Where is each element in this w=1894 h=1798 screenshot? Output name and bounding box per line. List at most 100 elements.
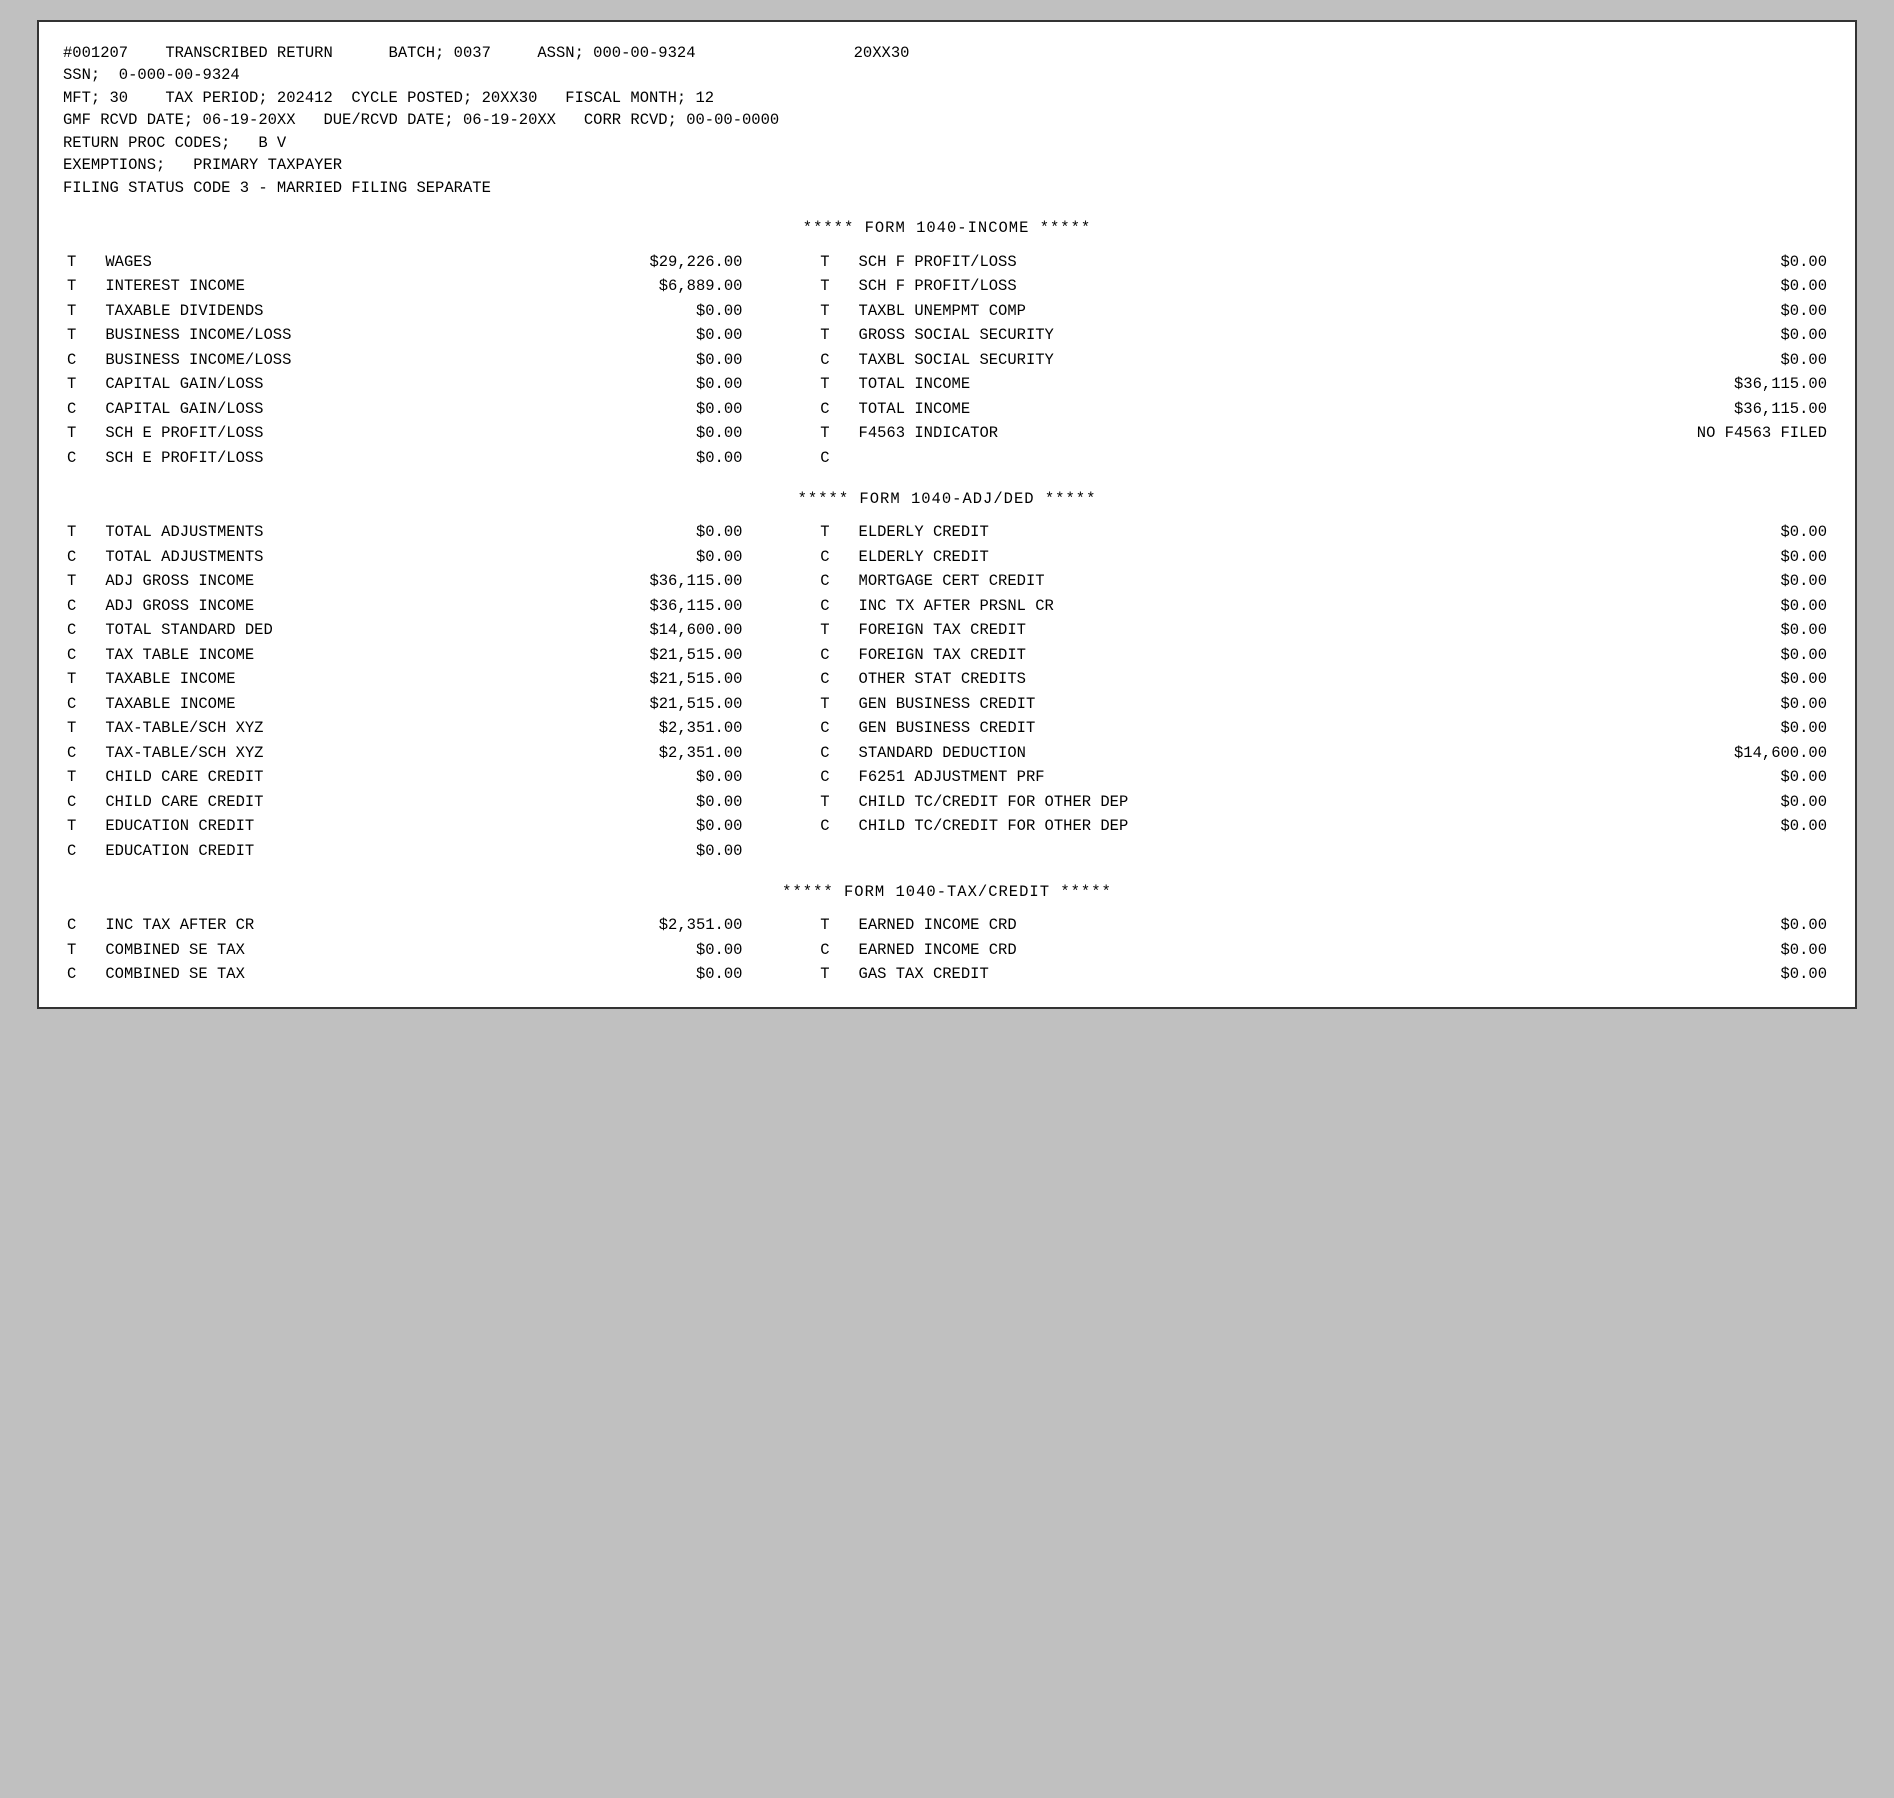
left-indicator: C [63, 446, 101, 470]
left-value: $0.00 [520, 446, 747, 470]
left-label: TAX-TABLE/SCH XYZ [101, 716, 519, 740]
header-line-5: RETURN PROC CODES; B V [63, 132, 1831, 154]
left-value: $2,351.00 [520, 741, 747, 765]
left-indicator: C [63, 348, 101, 372]
left-value: $21,515.00 [520, 692, 747, 716]
left-indicator: C [63, 741, 101, 765]
right-value: $0.00 [1517, 594, 1831, 618]
left-indicator: T [63, 765, 101, 789]
income-table: TWAGES$29,226.00TSCH F PROFIT/LOSS$0.00T… [63, 250, 1831, 470]
right-indicator: T [816, 790, 854, 814]
left-value: $0.00 [520, 348, 747, 372]
left-indicator: T [63, 421, 101, 445]
table-row: CTAXABLE INCOME$21,515.00TGEN BUSINESS C… [63, 692, 1831, 716]
left-label: TAXABLE INCOME [101, 667, 519, 691]
left-indicator: T [63, 274, 101, 298]
right-label: FOREIGN TAX CREDIT [855, 618, 1518, 642]
spacer [746, 692, 816, 716]
table-row: TCOMBINED SE TAX$0.00CEARNED INCOME CRD$… [63, 938, 1831, 962]
left-indicator: C [63, 839, 101, 863]
table-row: CCOMBINED SE TAX$0.00TGAS TAX CREDIT$0.0… [63, 962, 1831, 986]
right-indicator: T [816, 299, 854, 323]
spacer [746, 814, 816, 838]
left-value: $0.00 [520, 545, 747, 569]
table-row: TSCH E PROFIT/LOSS$0.00TF4563 INDICATORN… [63, 421, 1831, 445]
right-value: $0.00 [1517, 274, 1831, 298]
left-label: SCH E PROFIT/LOSS [101, 421, 519, 445]
left-label: CAPITAL GAIN/LOSS [101, 372, 519, 396]
adjded-section-title: ***** FORM 1040-ADJ/DED ***** [63, 488, 1831, 510]
spacer [746, 299, 816, 323]
right-indicator: C [816, 938, 854, 962]
right-label: OTHER STAT CREDITS [855, 667, 1518, 691]
right-indicator: C [816, 716, 854, 740]
right-label: STANDARD DEDUCTION [855, 741, 1518, 765]
table-row: TCAPITAL GAIN/LOSS$0.00TTOTAL INCOME$36,… [63, 372, 1831, 396]
right-indicator: T [816, 421, 854, 445]
right-indicator: C [816, 667, 854, 691]
right-label: SCH F PROFIT/LOSS [855, 250, 1518, 274]
right-value: $36,115.00 [1517, 397, 1831, 421]
right-indicator: C [816, 814, 854, 838]
left-value: $36,115.00 [520, 569, 747, 593]
spacer [746, 323, 816, 347]
document: #001207 TRANSCRIBED RETURN BATCH; 0037 A… [37, 20, 1857, 1009]
right-value: NO F4563 FILED [1517, 421, 1831, 445]
table-row: TTOTAL ADJUSTMENTS$0.00TELDERLY CREDIT$0… [63, 520, 1831, 544]
left-indicator: C [63, 913, 101, 937]
right-indicator: T [816, 274, 854, 298]
left-label: TOTAL ADJUSTMENTS [101, 545, 519, 569]
left-value: $0.00 [520, 323, 747, 347]
header-line-6: EXEMPTIONS; PRIMARY TAXPAYER [63, 154, 1831, 176]
left-indicator: C [63, 594, 101, 618]
left-value: $0.00 [520, 938, 747, 962]
table-row: CINC TAX AFTER CR$2,351.00TEARNED INCOME… [63, 913, 1831, 937]
left-value: $0.00 [520, 790, 747, 814]
right-label: GEN BUSINESS CREDIT [855, 692, 1518, 716]
right-label: TAXBL SOCIAL SECURITY [855, 348, 1518, 372]
right-label: ELDERLY CREDIT [855, 520, 1518, 544]
left-indicator: T [63, 667, 101, 691]
spacer [746, 372, 816, 396]
spacer [746, 962, 816, 986]
right-indicator: C [816, 741, 854, 765]
spacer [746, 397, 816, 421]
table-row: CTAX TABLE INCOME$21,515.00CFOREIGN TAX … [63, 643, 1831, 667]
right-label [855, 839, 1518, 863]
right-label: GROSS SOCIAL SECURITY [855, 323, 1518, 347]
table-row: TINTEREST INCOME$6,889.00TSCH F PROFIT/L… [63, 274, 1831, 298]
left-label: BUSINESS INCOME/LOSS [101, 348, 519, 372]
right-label: F4563 INDICATOR [855, 421, 1518, 445]
left-indicator: T [63, 938, 101, 962]
left-indicator: C [63, 397, 101, 421]
right-value: $0.00 [1517, 299, 1831, 323]
income-section-title: ***** FORM 1040-INCOME ***** [63, 217, 1831, 239]
taxcredit-table: CINC TAX AFTER CR$2,351.00TEARNED INCOME… [63, 913, 1831, 986]
table-row: TWAGES$29,226.00TSCH F PROFIT/LOSS$0.00 [63, 250, 1831, 274]
left-label: TOTAL STANDARD DED [101, 618, 519, 642]
right-value: $0.00 [1517, 765, 1831, 789]
header-section: #001207 TRANSCRIBED RETURN BATCH; 0037 A… [63, 42, 1831, 199]
right-indicator: C [816, 545, 854, 569]
spacer [746, 446, 816, 470]
spacer [746, 716, 816, 740]
right-label: MORTGAGE CERT CREDIT [855, 569, 1518, 593]
right-indicator: T [816, 372, 854, 396]
spacer [746, 348, 816, 372]
right-indicator: T [816, 618, 854, 642]
right-indicator: T [816, 520, 854, 544]
left-label: WAGES [101, 250, 519, 274]
left-label: COMBINED SE TAX [101, 938, 519, 962]
table-row: CTOTAL STANDARD DED$14,600.00TFOREIGN TA… [63, 618, 1831, 642]
taxcredit-section-title: ***** FORM 1040-TAX/CREDIT ***** [63, 881, 1831, 903]
left-indicator: T [63, 299, 101, 323]
right-value: $0.00 [1517, 814, 1831, 838]
spacer [746, 765, 816, 789]
right-label: FOREIGN TAX CREDIT [855, 643, 1518, 667]
header-line-4: GMF RCVD DATE; 06-19-20XX DUE/RCVD DATE;… [63, 109, 1831, 131]
left-label: BUSINESS INCOME/LOSS [101, 323, 519, 347]
left-label: COMBINED SE TAX [101, 962, 519, 986]
right-value: $0.00 [1517, 520, 1831, 544]
table-row: CEDUCATION CREDIT$0.00 [63, 839, 1831, 863]
table-row: CCHILD CARE CREDIT$0.00TCHILD TC/CREDIT … [63, 790, 1831, 814]
